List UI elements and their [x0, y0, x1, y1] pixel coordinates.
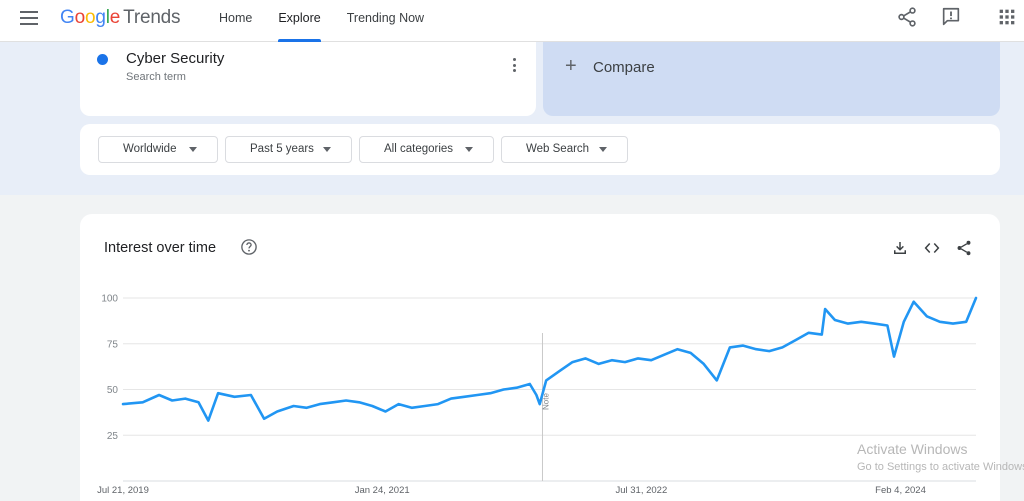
x-tick-label: Feb 4, 2024 — [875, 485, 926, 496]
y-tick-label: 25 — [107, 431, 119, 442]
windows-activation-watermark: Activate Windows Go to Settings to activ… — [857, 441, 1024, 473]
interest-over-time-chart: 25 50 75 100 Jul 21, 2019 Jan 24, 2021 Jul 31,… — [97, 294, 978, 496]
watermark-line-1: Activate Windows — [857, 441, 968, 457]
y-tick-label: 75 — [107, 339, 119, 350]
y-tick-label: 100 — [101, 294, 118, 305]
watermark-line-2: Go to Settings to activate Windows. — [857, 461, 1024, 473]
y-tick-label: 50 — [107, 385, 119, 396]
x-tick-label: Jul 21, 2019 — [97, 485, 149, 496]
x-tick-label: Jan 24, 2021 — [355, 485, 410, 496]
x-tick-label: Jul 31, 2022 — [615, 485, 667, 496]
